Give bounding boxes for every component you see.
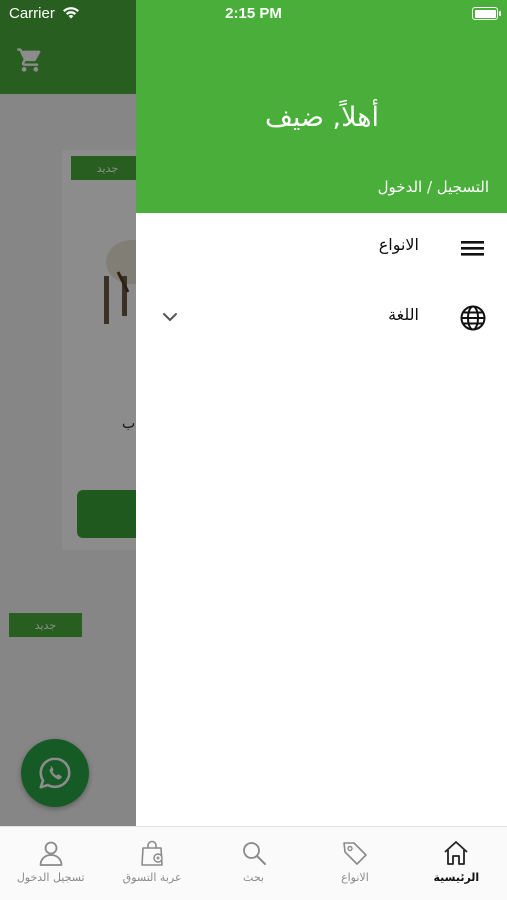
side-drawer: أهلاً, ضيف التسجيل / الدخول الانواع اللغ… bbox=[136, 0, 507, 826]
globe-icon bbox=[460, 305, 486, 331]
tab-label: الرئيسية bbox=[433, 871, 480, 884]
drawer-header: أهلاً, ضيف التسجيل / الدخول bbox=[136, 0, 507, 213]
tab-login[interactable]: تسجيل الدخول bbox=[0, 827, 101, 900]
status-time: 2:15 PM bbox=[225, 5, 282, 22]
tab-categories[interactable]: الانواع bbox=[304, 827, 405, 900]
tag-icon bbox=[343, 842, 367, 865]
tab-label: عربة التسوق bbox=[122, 871, 182, 884]
shopping-bag-icon bbox=[141, 840, 163, 866]
drawer-item-language[interactable]: اللغة bbox=[136, 287, 507, 347]
tab-label: بحث bbox=[243, 871, 264, 884]
drawer-item-categories[interactable]: الانواع bbox=[136, 217, 507, 277]
bottom-tab-bar: تسجيل الدخول عربة التسوق بحث الانواع الر… bbox=[0, 826, 507, 900]
chevron-down-icon[interactable] bbox=[162, 311, 178, 323]
home-icon bbox=[444, 841, 468, 865]
person-icon bbox=[39, 841, 63, 866]
search-icon bbox=[242, 842, 266, 865]
tab-home[interactable]: الرئيسية bbox=[406, 827, 507, 900]
tab-label: تسجيل الدخول bbox=[16, 871, 85, 884]
guest-greeting: أهلاً, ضيف bbox=[264, 102, 379, 133]
drawer-item-label: الانواع bbox=[378, 235, 419, 254]
status-bar: Carrier 2:15 PM bbox=[0, 0, 507, 28]
battery-icon bbox=[472, 7, 501, 20]
menu-lines-icon bbox=[461, 241, 484, 256]
login-register-link[interactable]: التسجيل / الدخول bbox=[378, 178, 489, 196]
tab-label: الانواع bbox=[341, 871, 369, 884]
tab-cart[interactable]: عربة التسوق bbox=[101, 827, 202, 900]
drawer-item-label: اللغة bbox=[388, 305, 419, 324]
tab-search[interactable]: بحث bbox=[203, 827, 304, 900]
